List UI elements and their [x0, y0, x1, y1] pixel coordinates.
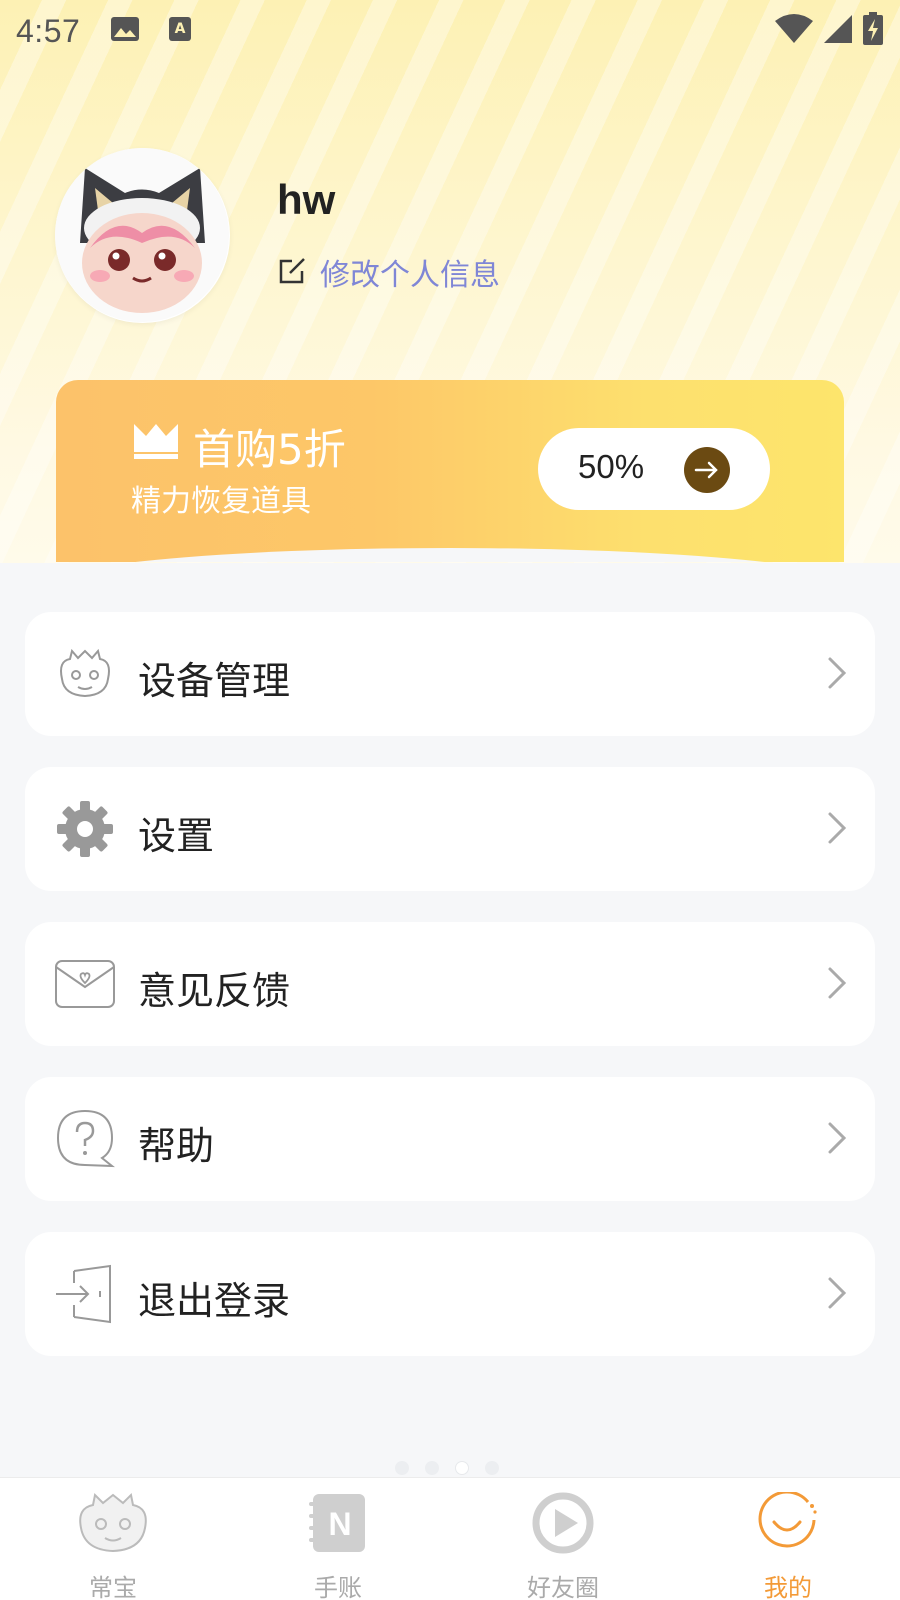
menu-label: 帮助 — [138, 1124, 215, 1168]
avatar[interactable] — [55, 148, 230, 323]
edit-profile-link[interactable]: 修改个人信息 — [278, 250, 500, 294]
cell-signal-icon — [822, 13, 854, 49]
keyboard-a-icon: A — [168, 16, 192, 46]
page-dot — [425, 1461, 439, 1475]
promo-pill-value: 50% — [578, 448, 645, 485]
username: hw — [277, 176, 336, 223]
promo-subtitle: 精力恢复道具 — [131, 484, 311, 519]
smile-circle-icon — [756, 1490, 820, 1558]
promo-title: 首购5折 — [193, 425, 346, 474]
menu-label: 设备管理 — [138, 659, 291, 703]
menu-item-feedback[interactable]: 意见反馈 — [25, 922, 875, 1046]
crown-icon — [132, 422, 180, 464]
chevron-right-icon — [827, 1121, 847, 1159]
edit-profile-label: 修改个人信息 — [320, 258, 500, 293]
wifi-icon — [774, 13, 814, 49]
svg-text:N: N — [328, 1506, 351, 1542]
image-icon — [110, 16, 140, 46]
gear-icon — [53, 797, 117, 861]
chevron-right-icon — [827, 966, 847, 1004]
chevron-right-icon — [827, 1276, 847, 1314]
menu-label: 意见反馈 — [138, 969, 291, 1013]
page-dot — [485, 1461, 499, 1475]
menu-item-device-management[interactable]: 设备管理 — [25, 612, 875, 736]
tab-label: 我的 — [764, 1574, 812, 1600]
promo-button[interactable]: 50% — [538, 428, 770, 510]
page-indicator — [395, 1461, 499, 1475]
tab-notebook[interactable]: N 手账 — [258, 1492, 418, 1600]
dragon-face-icon — [71, 1492, 155, 1558]
avatar-husky-dragon-icon — [55, 148, 229, 322]
logout-door-icon — [53, 1262, 117, 1326]
tab-mine[interactable]: 我的 — [708, 1490, 868, 1600]
tab-label: 好友圈 — [527, 1574, 599, 1600]
status-time: 4:57 — [16, 12, 81, 49]
menu-label: 退出登录 — [138, 1279, 291, 1323]
tab-changbao[interactable]: 常宝 — [33, 1492, 193, 1600]
edit-icon — [278, 255, 308, 289]
question-bubble-icon — [53, 1107, 117, 1171]
menu-item-logout[interactable]: 退出登录 — [25, 1232, 875, 1356]
menu-item-help[interactable]: 帮助 — [25, 1077, 875, 1201]
status-bar: 4:57 A — [0, 0, 900, 62]
svg-text:A: A — [175, 21, 186, 37]
promo-card[interactable]: 首购5折 精力恢复道具 50% — [56, 380, 844, 562]
dragon-face-icon — [53, 642, 117, 706]
bottom-tab-bar: 常宝 N 手账 好友圈 我的 — [0, 1477, 900, 1600]
page-dot — [395, 1461, 409, 1475]
tab-label: 常宝 — [89, 1574, 137, 1600]
chevron-right-icon — [827, 656, 847, 694]
battery-charging-icon — [862, 12, 884, 50]
tab-label: 手账 — [314, 1574, 362, 1600]
menu-label: 设置 — [138, 814, 215, 858]
menu-item-settings[interactable]: 设置 — [25, 767, 875, 891]
menu-list: 设备管理 设置 意见反馈 帮助 退出登录 — [25, 612, 875, 1387]
tab-friends[interactable]: 好友圈 — [483, 1492, 643, 1600]
envelope-heart-icon — [53, 952, 117, 1016]
chevron-right-icon — [827, 811, 847, 849]
arrow-right-icon — [684, 447, 730, 493]
play-circle-icon — [532, 1492, 594, 1558]
notebook-n-icon: N — [307, 1492, 369, 1558]
page-dot-active — [455, 1461, 469, 1475]
